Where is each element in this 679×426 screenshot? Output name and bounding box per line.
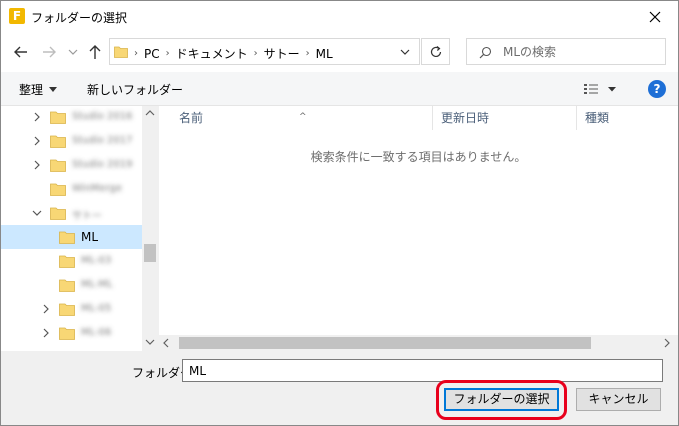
- folder-icon: [50, 207, 66, 220]
- recent-locations-chevron-icon[interactable]: [67, 45, 79, 59]
- select-folder-button[interactable]: フォルダーの選択: [444, 388, 559, 411]
- tree-item-label: Studio 2019: [72, 159, 133, 170]
- window-title: フォルダーの選択: [31, 11, 128, 25]
- tree-item-label: Studio 2016: [72, 111, 133, 122]
- cancel-button[interactable]: キャンセル: [576, 388, 661, 411]
- back-arrow-icon[interactable]: [11, 42, 31, 62]
- forward-arrow-icon[interactable]: [39, 42, 59, 62]
- view-options-icon[interactable]: [583, 82, 599, 96]
- column-header: ^ 名前 更新日時 種類: [159, 106, 678, 130]
- empty-list-message: 検索条件に一致する項目はありません。: [310, 150, 527, 164]
- chevron-right-icon[interactable]: [41, 328, 51, 338]
- folder-icon: [59, 327, 75, 340]
- list-horizontal-scrollbar[interactable]: [159, 335, 678, 351]
- chevron-right-icon[interactable]: [41, 304, 51, 314]
- scroll-down-arrow-icon[interactable]: [145, 339, 155, 345]
- folder-name-input[interactable]: [182, 359, 663, 382]
- tree-vertical-scrollbar[interactable]: [142, 106, 158, 351]
- command-toolbar: 整理 新しいフォルダー ?: [1, 72, 678, 106]
- tree-item-label: サトー: [72, 211, 102, 222]
- tree-item-label: ML-06: [81, 327, 112, 338]
- close-button[interactable]: [632, 1, 678, 32]
- new-folder-button[interactable]: 新しいフォルダー: [87, 81, 183, 98]
- refresh-button[interactable]: [421, 38, 450, 65]
- organize-button[interactable]: 整理: [19, 81, 58, 98]
- breadcrumb: › PC › ドキュメント › サトー › ML: [134, 45, 333, 62]
- tree-item-label: Studio 2017: [72, 135, 133, 146]
- navigation-tree: Studio 2016 Studio 2017 Studio 2019 WinMerg…: [1, 106, 158, 351]
- scroll-right-arrow-icon[interactable]: [664, 338, 670, 348]
- scrollbar-thumb[interactable]: [144, 244, 156, 262]
- tree-item-label: ML-ML: [81, 279, 113, 290]
- column-name[interactable]: ^ 名前: [159, 106, 433, 130]
- refresh-icon: [430, 45, 441, 57]
- dropdown-triangle-icon: [49, 87, 58, 92]
- organize-label: 整理: [19, 83, 44, 97]
- chevron-right-icon[interactable]: [32, 136, 42, 146]
- address-bar[interactable]: › PC › ドキュメント › サトー › ML: [109, 38, 420, 65]
- chevron-right-icon: ›: [134, 48, 138, 59]
- breadcrumb-item-documents[interactable]: ドキュメント: [176, 45, 248, 62]
- chevron-right-icon[interactable]: [32, 160, 42, 170]
- folder-icon: [50, 111, 66, 124]
- title-bar: F フォルダーの選択: [1, 1, 678, 32]
- tree-item-label: ML-05: [81, 303, 112, 314]
- breadcrumb-item-ml[interactable]: ML: [316, 47, 333, 61]
- folder-icon: [59, 279, 75, 292]
- tree-item[interactable]: ML-05: [1, 297, 142, 321]
- chevron-down-icon[interactable]: [400, 48, 410, 56]
- scroll-up-arrow-icon[interactable]: [145, 110, 155, 116]
- chevron-down-icon[interactable]: [32, 208, 42, 218]
- scroll-left-arrow-icon[interactable]: [163, 338, 169, 348]
- help-icon[interactable]: ?: [648, 80, 666, 98]
- search-box[interactable]: [466, 38, 666, 65]
- tree-item[interactable]: ML-06: [1, 321, 142, 345]
- sort-ascending-icon: ^: [299, 112, 307, 122]
- folder-icon: [114, 46, 128, 58]
- up-arrow-icon[interactable]: [85, 42, 105, 62]
- scrollbar-thumb[interactable]: [179, 337, 591, 349]
- chevron-right-icon[interactable]: ›: [306, 48, 310, 59]
- tree-item[interactable]: Studio 2016: [1, 106, 142, 129]
- tree-item[interactable]: ML-03: [1, 249, 142, 273]
- tree-item[interactable]: WinMerge: [1, 177, 142, 201]
- tree-item-label: ML-03: [81, 255, 112, 266]
- column-modified-date[interactable]: 更新日時: [433, 106, 577, 130]
- folder-icon: [50, 135, 66, 148]
- tree-item[interactable]: ML: [1, 225, 142, 249]
- search-icon: [479, 46, 492, 59]
- folder-icon: [50, 183, 66, 196]
- tree-item[interactable]: Studio 2019: [1, 153, 142, 177]
- column-name-label: 名前: [179, 111, 204, 125]
- navigation-bar: › PC › ドキュメント › サトー › ML: [1, 32, 678, 72]
- folder-icon: [59, 303, 75, 316]
- chevron-right-icon[interactable]: ›: [166, 48, 170, 59]
- close-icon: [649, 11, 661, 22]
- tree-item-label: WinMerge: [72, 183, 122, 194]
- tree-item-label: ML: [81, 230, 99, 244]
- folder-select-dialog: F フォルダーの選択 › PC › ドキュメント › サトー › ML MLの検…: [0, 0, 679, 426]
- column-type[interactable]: 種類: [577, 106, 678, 130]
- tree-item[interactable]: サトー: [1, 201, 142, 225]
- folder-icon: [50, 159, 66, 172]
- breadcrumb-item-sato[interactable]: サトー: [264, 45, 300, 62]
- folder-icon: [59, 231, 75, 244]
- tree-item[interactable]: Studio 2017: [1, 129, 142, 153]
- breadcrumb-item-pc[interactable]: PC: [144, 47, 160, 61]
- file-list-pane: ^ 名前 更新日時 種類 検索条件に一致する項目はありません。: [159, 106, 678, 351]
- chevron-right-icon[interactable]: [32, 112, 42, 122]
- chevron-right-icon[interactable]: ›: [254, 48, 258, 59]
- tree-item[interactable]: ML-ML: [1, 273, 142, 297]
- dropdown-triangle-icon[interactable]: [607, 85, 617, 93]
- search-input[interactable]: [503, 43, 653, 61]
- folder-icon: [59, 255, 75, 268]
- app-icon: F: [9, 8, 25, 24]
